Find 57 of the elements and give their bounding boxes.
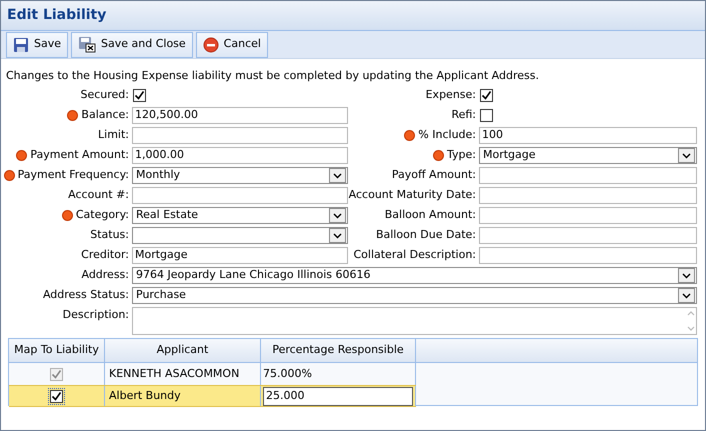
field-label: Creditor: [81,246,129,263]
field-label: Balance: [81,106,129,123]
dropdown[interactable]: 9764 Jeopardy Lane Chicago Illinois 60616 [132,266,697,284]
field-label: Account #: [68,186,129,203]
cancel-button[interactable]: Cancel [196,32,268,58]
table-cell: Albert Bundy [105,386,261,406]
checkbox[interactable] [480,108,493,122]
text-field[interactable]: Mortgage [132,246,348,264]
window-title: Edit Liability [7,6,106,25]
field-label: Status: [90,226,129,243]
field-label: % Include: [418,126,476,143]
checkbox[interactable] [480,88,493,102]
field-label: Balloon Amount: [384,206,476,223]
field-label: Payment Amount: [30,146,129,163]
field-label: Payment Frequency: [18,166,129,183]
field-label: Type: [447,146,476,163]
text-field[interactable]: 100 [479,126,697,144]
text-field[interactable] [479,206,697,224]
cancel-icon [202,36,219,52]
checkbox[interactable] [50,390,63,402]
save-button[interactable]: Save [6,32,68,58]
field-label: Payoff Amount: [392,166,476,183]
field-label: Description: [62,307,129,323]
text-field[interactable] [479,186,697,204]
text-field[interactable] [479,226,697,244]
save-and-close-button[interactable]: Save and Close [71,32,193,58]
text-field[interactable]: 120,500.00 [132,106,348,124]
text-field[interactable] [132,186,348,204]
field-label: Secured: [80,86,129,103]
dropdown[interactable]: Mortgage [479,146,697,164]
text-field[interactable] [479,246,697,264]
selected-row[interactable]: Albert Bundy 25.000 [9,385,416,407]
percentage-field[interactable]: 25.000 [263,386,413,406]
field-label: Address Status: [42,286,129,303]
field-label: Expense: [426,86,476,103]
field-label: Address: [81,266,129,283]
field-label: Balloon Due Date: [376,226,476,243]
field-label: Refi: [451,106,476,123]
dropdown[interactable]: Monthly [132,166,348,184]
field-label: Account Maturity Date: [348,186,476,203]
dropdown[interactable]: Real Estate [132,206,348,224]
text-area[interactable] [132,307,697,335]
column-header: Applicant [105,339,261,362]
table-cell-text: 75.000% [263,366,312,382]
dropdown[interactable]: Purchase [132,286,697,304]
field-label: Category: [76,206,129,223]
column-header: Map To Liability [9,339,105,362]
dropdown[interactable] [132,226,348,244]
text-field[interactable] [132,126,348,144]
field-label: Collateral Description: [353,246,476,263]
floppy-disk-close-icon [78,36,96,53]
checkbox[interactable] [133,88,146,102]
field-label: Limit: [98,126,129,143]
text-field[interactable] [479,166,697,184]
column-header: Percentage Responsible [261,339,416,362]
text-field[interactable]: 1,000.00 [132,146,348,164]
info-message: Changes to the Housing Expense liability must be completed by updating the Applicant Address. [6,69,540,83]
